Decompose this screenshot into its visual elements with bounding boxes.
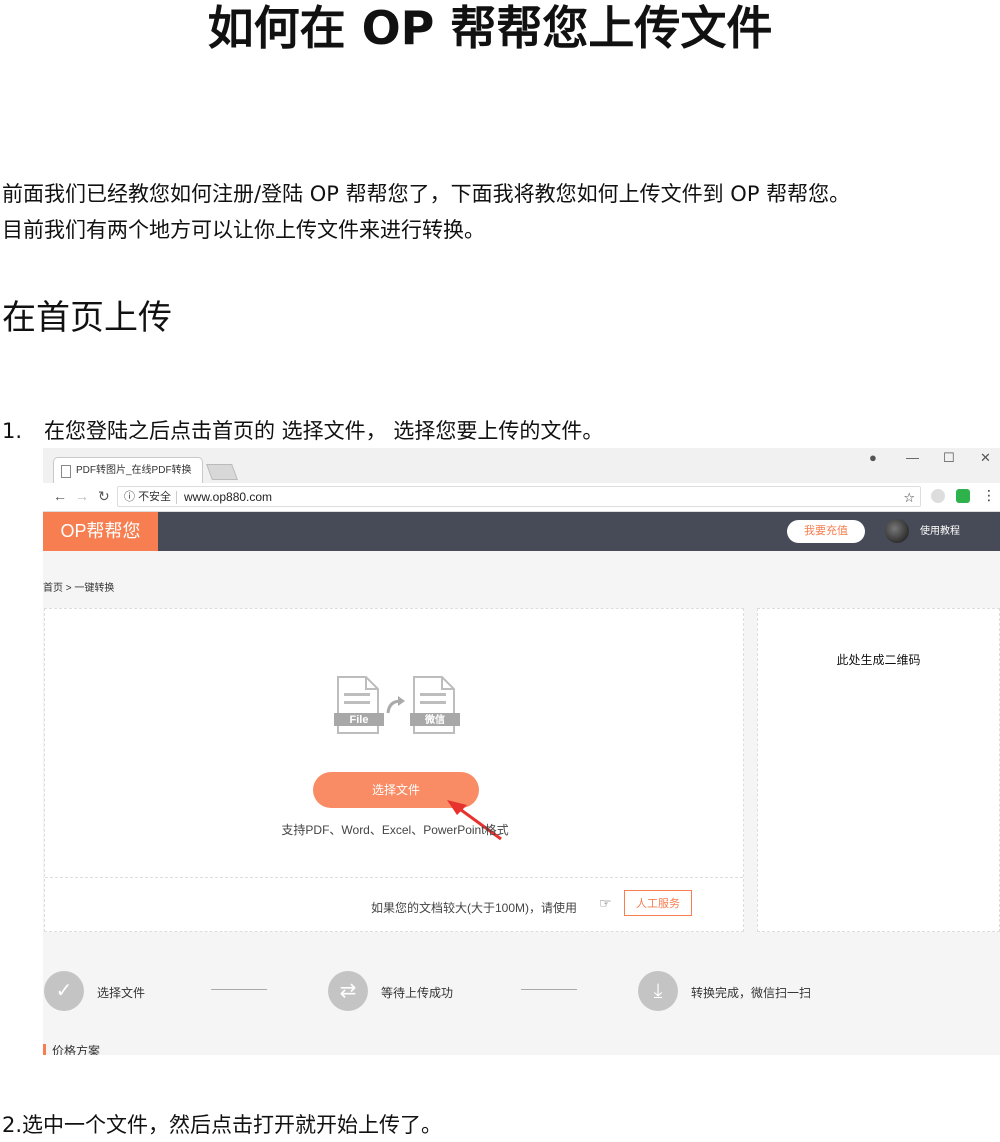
upload-panel: File 微信 选择文件 支持PDF、Word、Excel、PowerPoint… <box>44 608 744 932</box>
step-connector <box>521 989 577 990</box>
close-icon[interactable]: ✕ <box>980 450 991 466</box>
convert-arrow-icon <box>386 696 405 714</box>
forward-icon[interactable]: → <box>75 488 89 504</box>
back-icon[interactable]: ← <box>53 488 67 504</box>
extension-icon[interactable] <box>931 489 945 503</box>
pointing-hand-icon: ☞ <box>599 895 612 911</box>
step-select-file-label: 选择文件 <box>97 986 146 1000</box>
browser-tab-bar: PDF转图片_在线PDF转换 ● — ☐ ✕ <box>43 448 1000 483</box>
large-file-notice: 如果您的文档较大(大于100M)，请使用 <box>371 901 578 915</box>
step-1-instruction: 1. 在您登陆之后点击首页的 选择文件， 选择您要上传的文件。 <box>2 414 603 448</box>
step-1-text: 在您登陆之后点击首页的 选择文件， 选择您要上传的文件。 <box>44 419 604 443</box>
breadcrumb: 首页 > 一键转换 <box>43 583 115 594</box>
download-icon: ⤓ <box>638 971 678 1011</box>
browser-tab-title: PDF转图片_在线PDF转换 <box>76 465 192 476</box>
swap-icon: ⇄ <box>328 971 368 1011</box>
bookmark-star-icon[interactable]: ☆ <box>903 487 915 508</box>
step-2-instruction: 2.选中一个文件，然后点击打开就开始上传了。 <box>2 1113 443 1137</box>
step-convert-done-label: 转换完成，微信扫一扫 <box>691 986 812 1000</box>
check-icon: ✓ <box>44 971 84 1011</box>
avatar[interactable] <box>885 519 909 543</box>
insecure-label: 不安全 <box>138 491 172 503</box>
profile-icon[interactable]: ● <box>869 450 877 465</box>
intro-paragraph-line-2: 目前我们有两个地方可以让你上传文件来进行转换。 <box>2 218 485 242</box>
step-1-number: 1. <box>2 419 23 443</box>
panel-divider <box>45 877 743 878</box>
document-title: 如何在 OP 帮帮您上传文件 <box>207 1 773 55</box>
url-separator <box>176 491 177 504</box>
file-document-icon: File <box>334 676 384 734</box>
menu-icon[interactable]: ⋮ <box>982 487 996 504</box>
step-connector <box>211 989 267 990</box>
maximize-icon[interactable]: ☐ <box>943 450 955 466</box>
embedded-screenshot: PDF转图片_在线PDF转换 ● — ☐ ✕ ← → ↻ ⓘ 不安全 www.o… <box>43 448 1000 1055</box>
recharge-button[interactable]: 我要充值 <box>787 520 865 543</box>
pricing-heading: 价格方案 <box>43 1044 100 1055</box>
url-field[interactable]: ⓘ 不安全 www.op880.com ☆ <box>117 486 921 507</box>
browser-address-bar: ← → ↻ ⓘ 不安全 www.op880.com ☆ ⋮ <box>43 483 1000 512</box>
shield-icon[interactable] <box>956 489 970 503</box>
new-tab-button[interactable] <box>206 464 238 480</box>
supported-formats-text: 支持PDF、Word、Excel、PowerPoint格式 <box>281 823 509 837</box>
intro-paragraph-line-1: 前面我们已经教您如何注册/登陆 OP 帮帮您了，下面我将教您如何上传文件到 OP… <box>2 182 851 206</box>
url-text: www.op880.com <box>184 490 273 504</box>
wechat-document-icon: 微信 <box>410 676 460 734</box>
info-icon: ⓘ 不安全 <box>124 491 172 503</box>
manual-service-button[interactable]: 人工服务 <box>624 890 692 916</box>
step-wait-upload-label: 等待上传成功 <box>381 986 454 1000</box>
minimize-icon[interactable]: — <box>906 450 919 465</box>
file-icon-label: File <box>350 714 369 726</box>
document-icon <box>61 465 71 478</box>
tutorial-link[interactable]: 使用教程 <box>920 512 960 551</box>
qr-code-panel: 此处生成二维码 <box>757 608 1000 932</box>
reload-icon[interactable]: ↻ <box>98 488 110 505</box>
browser-tab[interactable]: PDF转图片_在线PDF转换 <box>53 457 203 483</box>
qr-placeholder-text: 此处生成二维码 <box>836 653 921 667</box>
site-logo[interactable]: OP帮帮您 <box>43 512 158 551</box>
section-heading: 在首页上传 <box>2 298 172 338</box>
wechat-icon-label: 微信 <box>424 713 445 726</box>
site-header: OP帮帮您 我要充值 使用教程 <box>43 512 1000 551</box>
